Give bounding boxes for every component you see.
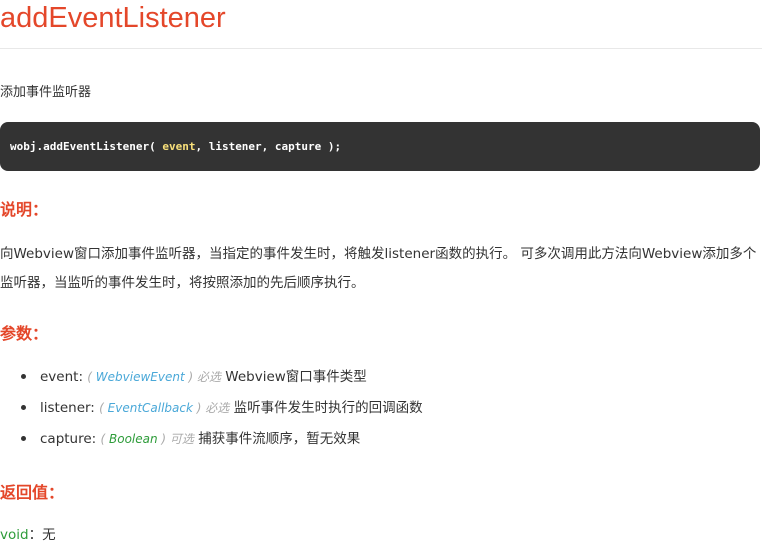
page-title: addEventListener bbox=[0, 2, 226, 34]
code-suffix: , listener, capture ); bbox=[195, 140, 342, 153]
return-line: void：无 bbox=[0, 524, 56, 546]
code-block: wobj.addEventListener( event, listener, … bbox=[0, 122, 760, 171]
title-divider bbox=[0, 48, 762, 49]
param-close-paren: ) bbox=[192, 401, 206, 415]
code-arg-event: event bbox=[162, 140, 196, 153]
param-type: Boolean bbox=[109, 432, 158, 446]
param-name: event: bbox=[40, 369, 88, 385]
param-close-paren: ) bbox=[157, 432, 170, 446]
param-list: event: ( WebviewEvent ) 必选 Webview窗口事件类型… bbox=[0, 364, 423, 457]
return-value: 无 bbox=[42, 527, 56, 543]
param-name: capture: bbox=[40, 431, 101, 447]
return-type: void bbox=[0, 527, 29, 543]
param-desc: 捕获事件流顺序，暂无效果 bbox=[193, 431, 361, 447]
param-name: listener: bbox=[40, 400, 100, 416]
param-requirement: 必选 bbox=[205, 401, 230, 415]
param-open-paren: ( bbox=[99, 401, 108, 415]
return-separator: ： bbox=[28, 527, 43, 543]
code-prefix: wobj.addEventListener( bbox=[10, 140, 163, 153]
param-item-event: event: ( WebviewEvent ) 必选 Webview窗口事件类型 bbox=[0, 364, 423, 395]
intro-text: 添加事件监听器 bbox=[0, 85, 92, 100]
returns-heading: 返回值： bbox=[0, 483, 65, 502]
bullet-icon bbox=[21, 374, 26, 379]
param-open-paren: ( bbox=[87, 370, 96, 384]
params-heading: 参数： bbox=[0, 324, 49, 343]
description-text: 向Webview窗口添加事件监听器，当指定的事件发生时，将触发listener函… bbox=[0, 246, 757, 291]
param-item-listener: listener: ( EventCallback ) 必选 监听事件发生时执行… bbox=[0, 395, 423, 426]
param-type-link[interactable]: EventCallback bbox=[108, 401, 193, 415]
param-requirement: 可选 bbox=[169, 432, 194, 446]
param-desc: Webview窗口事件类型 bbox=[221, 369, 367, 385]
param-desc: 监听事件发生时执行的回调函数 bbox=[229, 400, 423, 416]
param-item-capture: capture: ( Boolean ) 可选 捕获事件流顺序，暂无效果 bbox=[0, 426, 423, 457]
param-requirement: 必选 bbox=[196, 370, 221, 384]
bullet-icon bbox=[21, 405, 26, 410]
param-open-paren: ( bbox=[100, 432, 110, 446]
description-heading: 说明： bbox=[0, 200, 49, 219]
param-type-link[interactable]: WebviewEvent bbox=[96, 370, 185, 384]
param-close-paren: ) bbox=[184, 370, 197, 384]
bullet-icon bbox=[21, 436, 26, 441]
